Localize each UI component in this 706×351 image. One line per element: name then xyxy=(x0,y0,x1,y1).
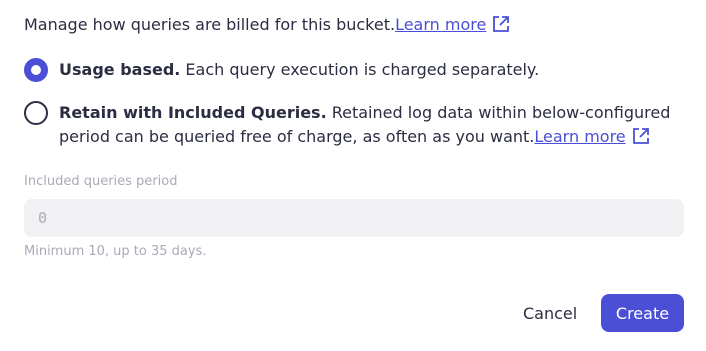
learn-more-link[interactable]: Learn more xyxy=(534,127,625,146)
learn-more-link[interactable]: Learn more xyxy=(395,15,486,34)
query-billing-dialog: Manage how queries are billed for this b… xyxy=(0,0,706,351)
option-description: Each query execution is charged separate… xyxy=(180,60,540,79)
intro-text: Manage how queries are billed for this b… xyxy=(24,14,510,39)
radio-usage-based[interactable] xyxy=(24,58,48,82)
intro-description: Manage how queries are billed for this b… xyxy=(24,15,396,34)
radio-retain-included-queries[interactable] xyxy=(24,101,48,125)
option-retain-label: Retain with Included Queries. Retained l… xyxy=(59,101,699,152)
option-title: Retain with Included Queries. xyxy=(59,103,327,122)
option-title: Usage based. xyxy=(59,60,181,79)
option-usage-based[interactable]: Usage based. Each query execution is cha… xyxy=(24,58,539,82)
external-link-icon[interactable] xyxy=(632,127,650,152)
cancel-button[interactable]: Cancel xyxy=(509,294,591,332)
option-usage-based-label: Usage based. Each query execution is cha… xyxy=(59,58,539,82)
field-hint: Minimum 10, up to 35 days. xyxy=(24,244,207,259)
included-queries-period-input[interactable] xyxy=(24,199,684,237)
create-button[interactable]: Create xyxy=(601,294,684,332)
option-retain-included-queries[interactable]: Retain with Included Queries. Retained l… xyxy=(24,101,699,152)
included-queries-period-label: Included queries period xyxy=(24,174,178,189)
external-link-icon[interactable] xyxy=(492,15,510,39)
